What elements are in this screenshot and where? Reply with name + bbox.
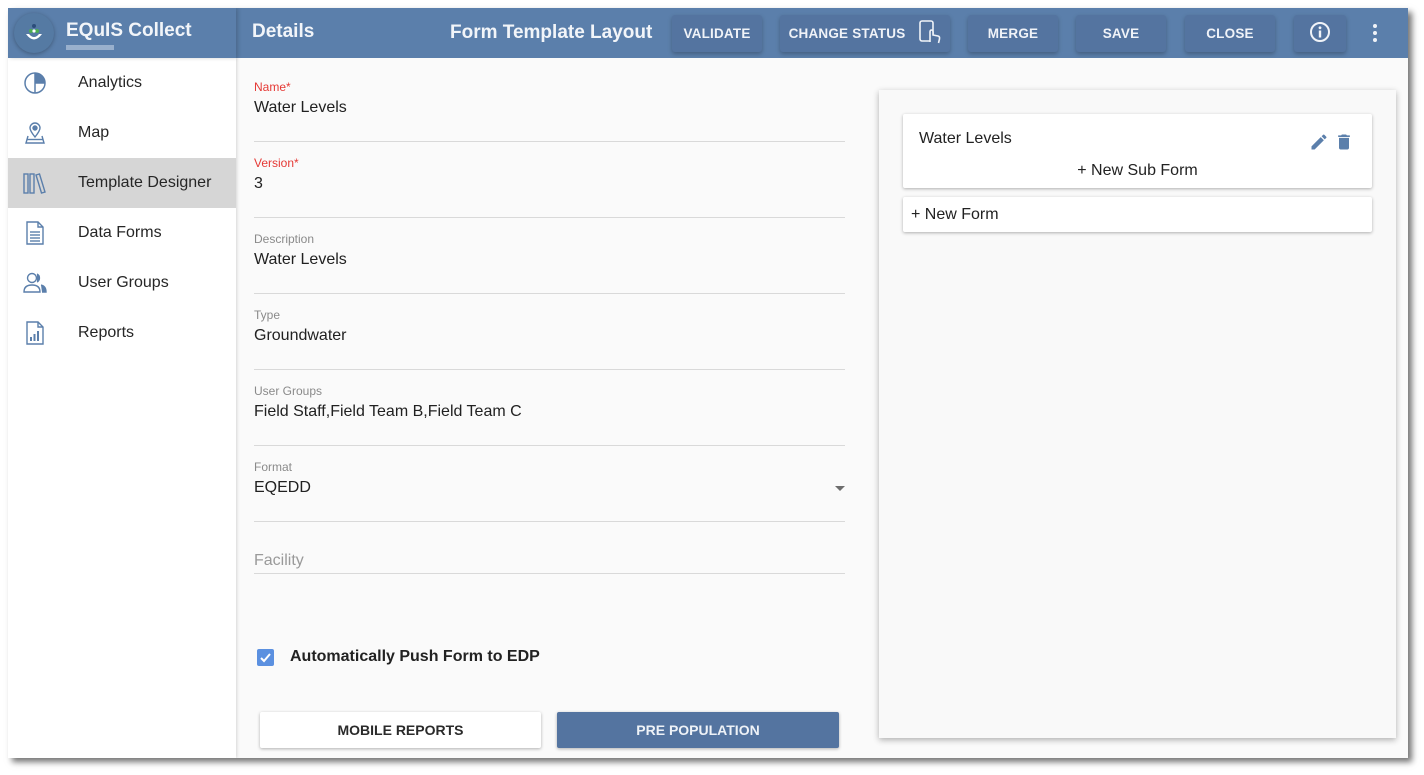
check-icon bbox=[260, 653, 271, 663]
validate-button[interactable]: VALIDATE bbox=[672, 15, 762, 52]
sidebar-item-label: Data Forms bbox=[78, 224, 162, 241]
description-field[interactable]: Description Water Levels bbox=[254, 232, 845, 294]
type-field[interactable]: Type Groundwater bbox=[254, 308, 845, 370]
sidebar-item-map[interactable]: Map bbox=[8, 108, 236, 158]
change-status-button[interactable]: CHANGE STATUS bbox=[780, 15, 950, 52]
tablet-touch-icon bbox=[919, 20, 941, 47]
auto-push-label: Automatically Push Form to EDP bbox=[290, 648, 540, 665]
type-label: Type bbox=[254, 308, 281, 322]
close-button[interactable]: CLOSE bbox=[1185, 15, 1275, 52]
section-title: Details bbox=[252, 21, 315, 42]
new-sub-form-link[interactable]: + New Sub Form bbox=[903, 162, 1372, 180]
app-subtitle-redacted bbox=[66, 45, 114, 50]
map-pin-icon bbox=[22, 120, 48, 146]
sidebar-item-label: User Groups bbox=[78, 274, 169, 291]
facility-field[interactable]: Facility bbox=[254, 512, 845, 574]
document-icon bbox=[22, 220, 48, 246]
sidebar-item-label: Template Designer bbox=[78, 174, 212, 191]
user-groups-label: User Groups bbox=[254, 384, 323, 398]
sidebar-item-label: Map bbox=[78, 124, 110, 141]
form-card[interactable]: Water Levels + New Sub Form bbox=[903, 114, 1372, 188]
facility-placeholder: Facility bbox=[254, 552, 304, 569]
pie-chart-icon bbox=[22, 70, 48, 96]
dropdown-caret-icon[interactable] bbox=[835, 486, 845, 491]
brand-area: EQuIS Collect bbox=[8, 8, 236, 58]
change-status-label: CHANGE STATUS bbox=[788, 26, 906, 41]
name-value: Water Levels bbox=[254, 99, 347, 116]
mobile-reports-button[interactable]: MOBILE REPORTS bbox=[260, 712, 541, 748]
app-logo-icon[interactable] bbox=[14, 13, 54, 53]
type-value: Groundwater bbox=[254, 327, 347, 344]
more-vertical-icon[interactable] bbox=[1368, 21, 1382, 45]
mobile-reports-label: MOBILE REPORTS bbox=[337, 722, 464, 738]
sidebar-item-reports[interactable]: Reports bbox=[8, 308, 236, 358]
users-icon bbox=[22, 270, 48, 296]
user-groups-field[interactable]: User Groups Field Staff,Field Team B,Fie… bbox=[254, 384, 845, 446]
info-button[interactable] bbox=[1294, 15, 1346, 52]
version-value: 3 bbox=[254, 175, 263, 192]
pre-population-label: PRE POPULATION bbox=[636, 722, 760, 738]
format-value: EQEDD bbox=[254, 479, 311, 496]
sidebar-item-data-forms[interactable]: Data Forms bbox=[8, 208, 236, 258]
description-label: Description bbox=[254, 232, 315, 246]
form-card-title: Water Levels bbox=[919, 130, 1012, 147]
delete-icon[interactable] bbox=[1334, 132, 1354, 152]
validate-label: VALIDATE bbox=[683, 26, 751, 41]
auto-push-checkbox[interactable] bbox=[257, 649, 274, 666]
app-window: EQuIS Collect Details Form Template Layo… bbox=[8, 8, 1408, 758]
name-field[interactable]: Name* Water Levels bbox=[254, 80, 845, 142]
name-label: Name* bbox=[254, 80, 291, 94]
layout-title: Form Template Layout bbox=[450, 22, 653, 43]
sidebar-item-template-designer[interactable]: Template Designer bbox=[8, 158, 236, 208]
app-title: EQuIS Collect bbox=[66, 20, 192, 41]
report-icon bbox=[22, 320, 48, 346]
top-app-bar: EQuIS Collect Details Form Template Layo… bbox=[8, 8, 1408, 58]
sidebar-item-label: Reports bbox=[78, 324, 135, 341]
edit-icon[interactable] bbox=[1309, 132, 1329, 152]
sidebar-item-label: Analytics bbox=[78, 74, 143, 91]
new-form-button[interactable]: + New Form bbox=[903, 197, 1372, 232]
info-icon bbox=[1309, 21, 1331, 46]
form-template-layout-panel: Water Levels + New Sub Form + New Form bbox=[879, 90, 1396, 738]
format-label: Format bbox=[254, 460, 293, 474]
merge-label: MERGE bbox=[987, 26, 1039, 41]
sidebar-item-user-groups[interactable]: User Groups bbox=[8, 258, 236, 308]
library-icon bbox=[22, 170, 48, 196]
close-label: CLOSE bbox=[1206, 26, 1254, 41]
version-field[interactable]: Version* 3 bbox=[254, 156, 845, 218]
pre-population-button[interactable]: PRE POPULATION bbox=[557, 712, 839, 748]
merge-button[interactable]: MERGE bbox=[968, 15, 1058, 52]
sidebar-nav: Analytics Map Template Designer Data For… bbox=[8, 58, 236, 758]
save-button[interactable]: SAVE bbox=[1076, 15, 1166, 52]
description-value: Water Levels bbox=[254, 251, 347, 268]
sidebar-item-analytics[interactable]: Analytics bbox=[8, 58, 236, 108]
version-label: Version* bbox=[254, 156, 299, 170]
user-groups-value: Field Staff,Field Team B,Field Team C bbox=[254, 403, 522, 420]
new-form-label: + New Form bbox=[911, 206, 999, 223]
save-label: SAVE bbox=[1102, 26, 1140, 41]
